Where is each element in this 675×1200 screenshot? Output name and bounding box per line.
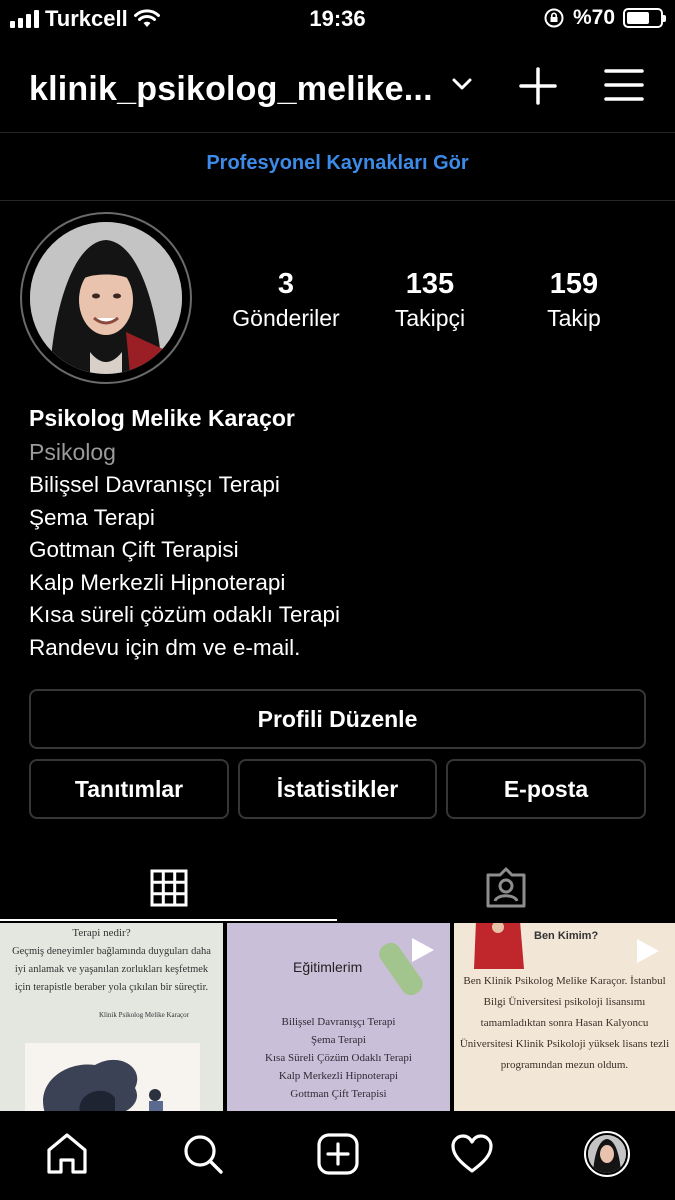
post-list-item: Gottman Çift Terapisi [290,1088,387,1100]
tagged-icon [486,867,526,908]
following-count-label: Takip [547,305,601,331]
post-thumbnail-therapy[interactable]: Terapi nedir? Geçmiş deneyimler bağlamın… [0,923,223,1111]
nav-profile[interactable] [584,1131,630,1177]
nav-new-post[interactable] [315,1131,361,1177]
promotions-button[interactable]: Tanıtımlar [29,759,229,819]
following-count-value: 159 [549,268,599,300]
tab-tagged[interactable] [337,855,675,921]
plus-icon[interactable] [518,66,558,106]
reel-icon [637,939,659,963]
username-switcher[interactable]: klinik_psikolog_melike... [29,70,433,109]
posts-count-value: 3 [277,268,295,300]
post-title: Terapi nedir? [72,927,131,939]
battery-icon [623,8,666,28]
home-icon [47,1133,87,1174]
bio-line: Kalp Merkezli Hipnoterapi [29,569,286,595]
display-name: Psikolog Melike Karaçor [29,405,295,431]
tab-posts-grid[interactable] [0,855,337,921]
grid-icon [150,869,187,907]
profile-avatar [584,1131,630,1177]
profile-avatar-ring[interactable] [20,212,192,384]
followers-count[interactable]: 135 Takipçi [355,268,505,332]
email-button[interactable]: E-posta [446,759,646,819]
followers-count-label: Takipçi [394,305,466,331]
chevron-down-icon[interactable] [451,76,473,92]
posts-count[interactable]: 3 Gönderiler [211,268,361,332]
bio-line: Gottman Çift Terapisi [29,537,239,562]
followers-count-value: 135 [405,268,455,300]
menu-icon[interactable] [604,68,644,102]
person-illustration [474,923,524,969]
post-signature: Klinik Psikolog Melike Karaçor [98,1011,189,1019]
bio-line: Randevu için dm ve e-mail. [29,634,301,660]
post-title: Eğitimlerim [293,959,363,975]
post-list-item: Kalp Merkezli Hipnoterapi [278,1070,399,1082]
category-label: Psikolog [29,439,116,465]
bio-line: Şema Terapi [29,504,155,530]
nav-home[interactable] [44,1131,90,1177]
reel-icon [412,938,434,962]
search-icon [184,1135,223,1174]
edit-profile-button[interactable]: Profili Düzenle [29,689,646,749]
bottom-nav [0,1111,675,1200]
post-text: Geçmiş deneyimler bağlamında duyguları d… [12,946,211,993]
post-thumbnail-education[interactable]: Eğitimlerim Bilişsel Davranışçı Terapi Ş… [227,923,450,1111]
following-count[interactable]: 159 Takip [499,268,649,332]
nav-activity[interactable] [449,1131,495,1177]
post-thumbnail-about[interactable]: Ben Kimim? Ben Klinik Psikolog Melike Ka… [454,923,675,1111]
post-title: Ben Kimim? [534,930,599,942]
nav-search[interactable] [180,1131,226,1177]
post-text: Ben Klinik Psikolog Melike Karaçor. İsta… [459,975,670,1071]
post-list: Bilişsel Davranışçı Terapi Şema Terapi K… [227,1013,450,1103]
divider [0,200,675,201]
post-list-item: Bilişsel Davranışçı Terapi [281,1016,396,1028]
new-post-icon [317,1133,359,1175]
bio: Psikolog Melike Karaçor Psikolog Bilişse… [29,403,649,664]
bio-line: Kısa süreli çözüm odaklı Terapi [29,602,340,627]
professional-resources-link[interactable]: Profesyonel Kaynakları Gör [0,152,675,175]
avatar [30,222,182,374]
bio-line: Bilişsel Davranışçı Terapi [29,472,280,497]
post-list-item: Kısa Süreli Çözüm Odaklı Terapi [265,1052,412,1064]
profile-header: klinik_psikolog_melike... [0,50,675,130]
post-illustration [25,1043,200,1111]
insights-button[interactable]: İstatistikler [238,759,437,819]
divider [0,132,675,133]
posts-count-label: Gönderiler [232,305,340,331]
post-list-item: Şema Terapi [311,1034,366,1046]
status-bar: Turkcell 19:36 %70 [0,0,675,38]
orientation-lock-icon [544,8,564,28]
battery-percent: %70 [572,6,615,29]
activity-icon [451,1134,493,1173]
